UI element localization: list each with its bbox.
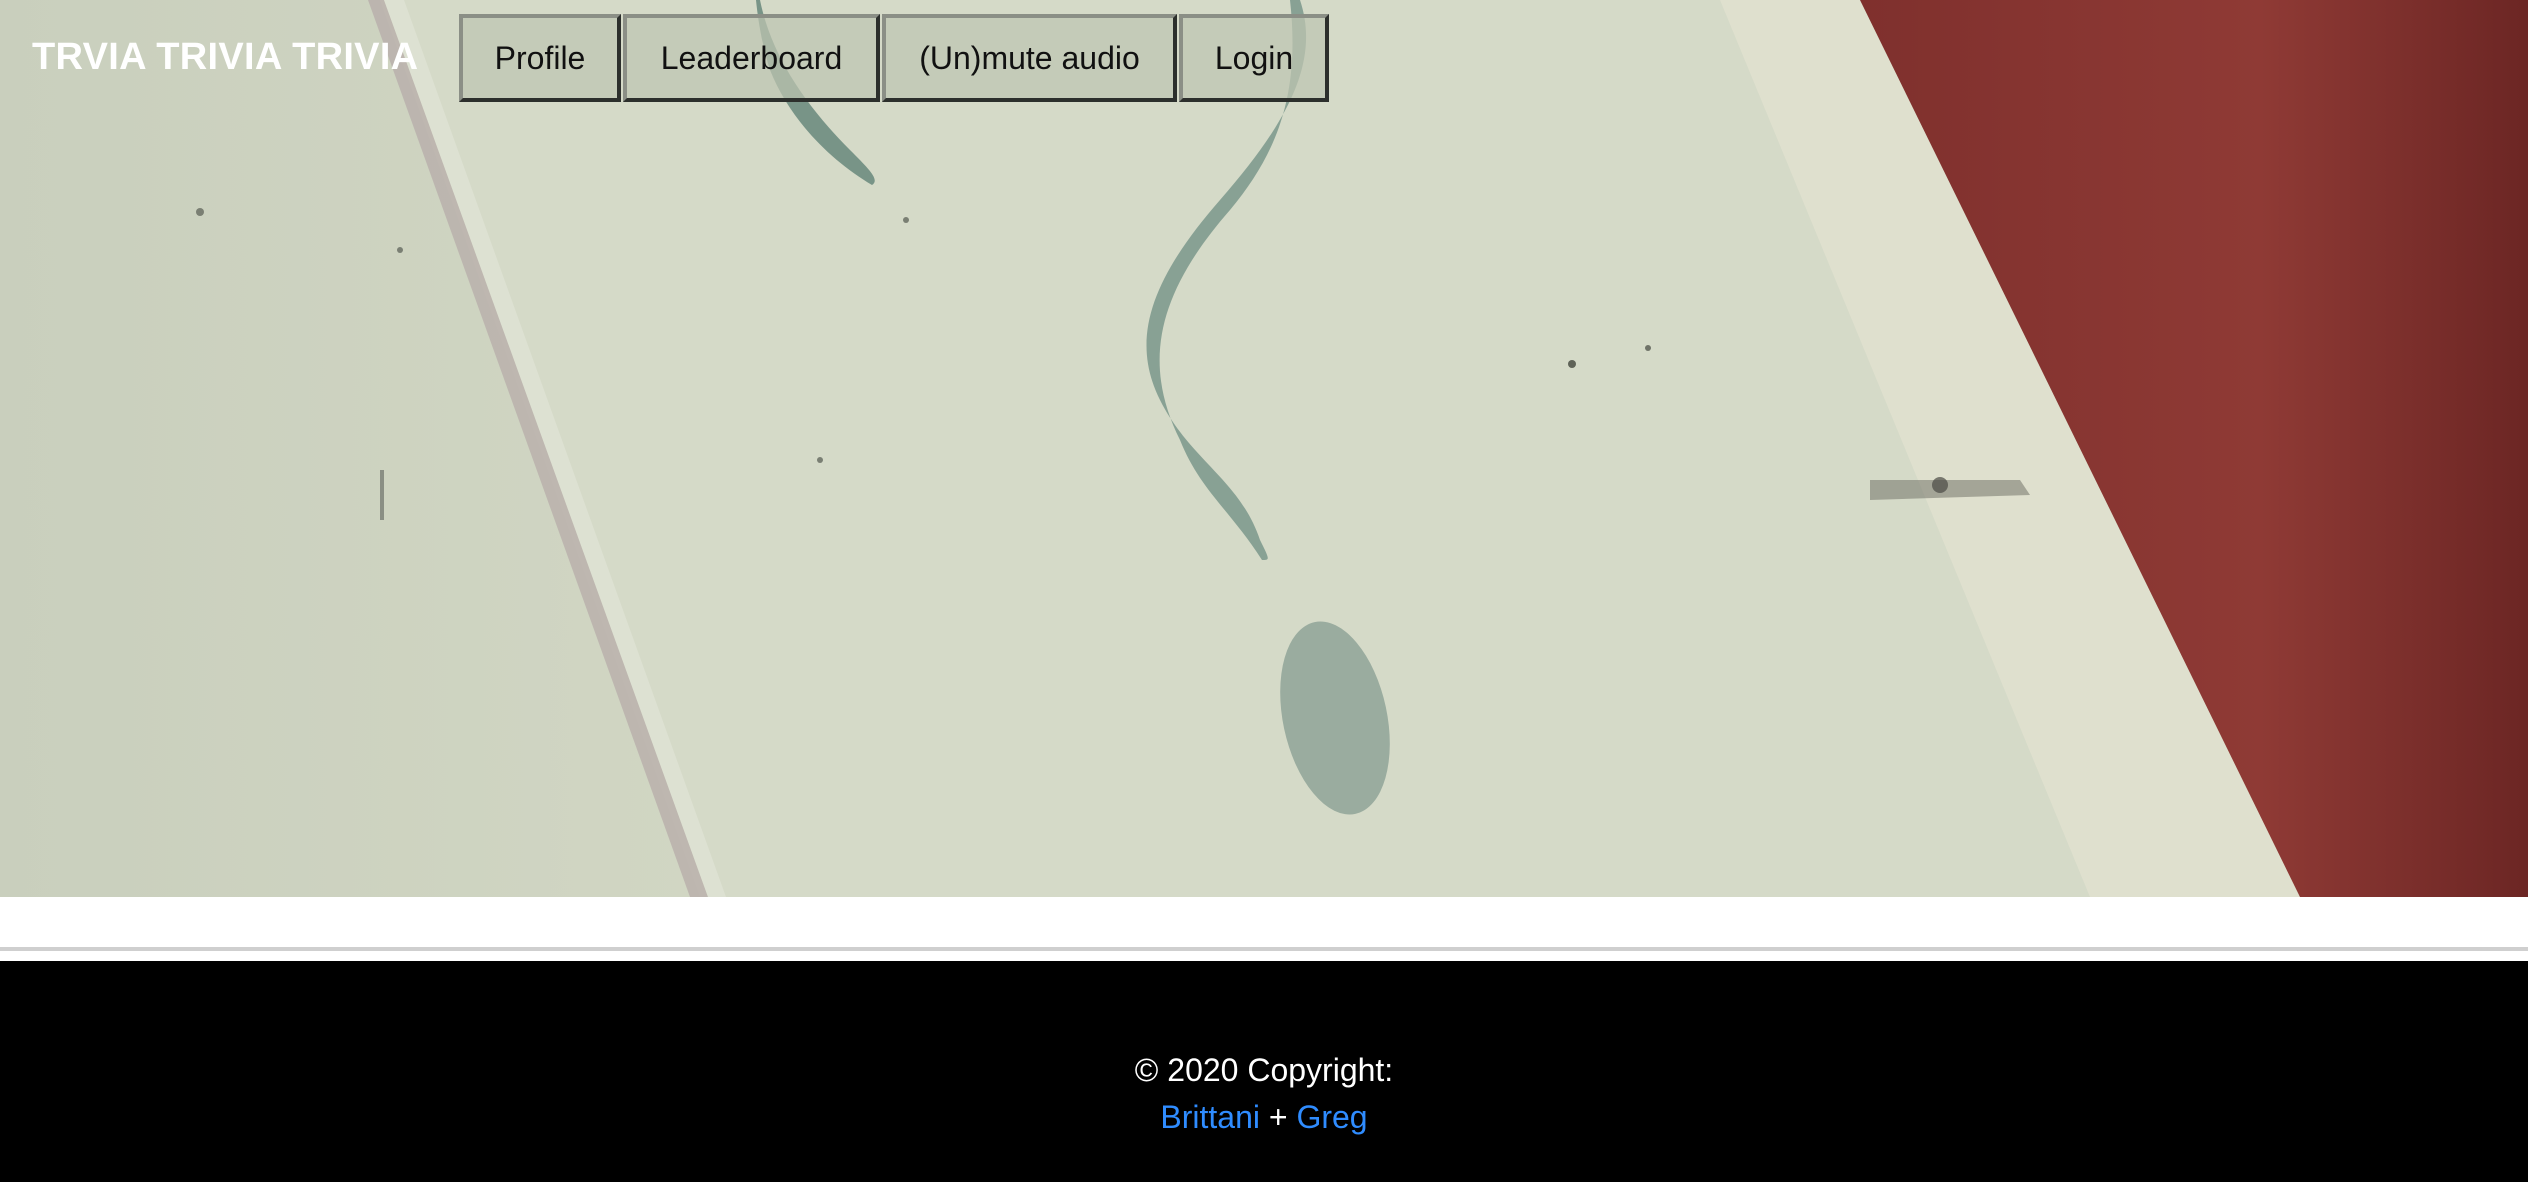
nav-button-group: Profile Leaderboard (Un)mute audio Login [459,14,1331,102]
mute-audio-button[interactable]: (Un)mute audio [882,14,1177,102]
author-link-brittani[interactable]: Brittani [1160,1099,1260,1135]
author-link-greg[interactable]: Greg [1296,1099,1367,1135]
leaderboard-button[interactable]: Leaderboard [623,14,880,102]
login-button[interactable]: Login [1179,14,1329,102]
credits-line: Brittani + Greg [0,1093,2528,1141]
navbar: TRVIA TRIVIA TRIVIA Profile Leaderboard … [0,0,2528,116]
footer: © 2020 Copyright: Brittani + Greg [0,961,2528,1182]
hero-background [0,0,2528,897]
profile-button[interactable]: Profile [459,14,621,102]
question-mark-image [0,0,2528,897]
footer-divider [0,947,2528,951]
credits-separator: + [1268,1099,1297,1135]
brand-logo-link[interactable]: TRVIA TRIVIA TRIVIA [32,33,418,81]
copyright-text: © 2020 Copyright: [1134,1052,1394,1088]
